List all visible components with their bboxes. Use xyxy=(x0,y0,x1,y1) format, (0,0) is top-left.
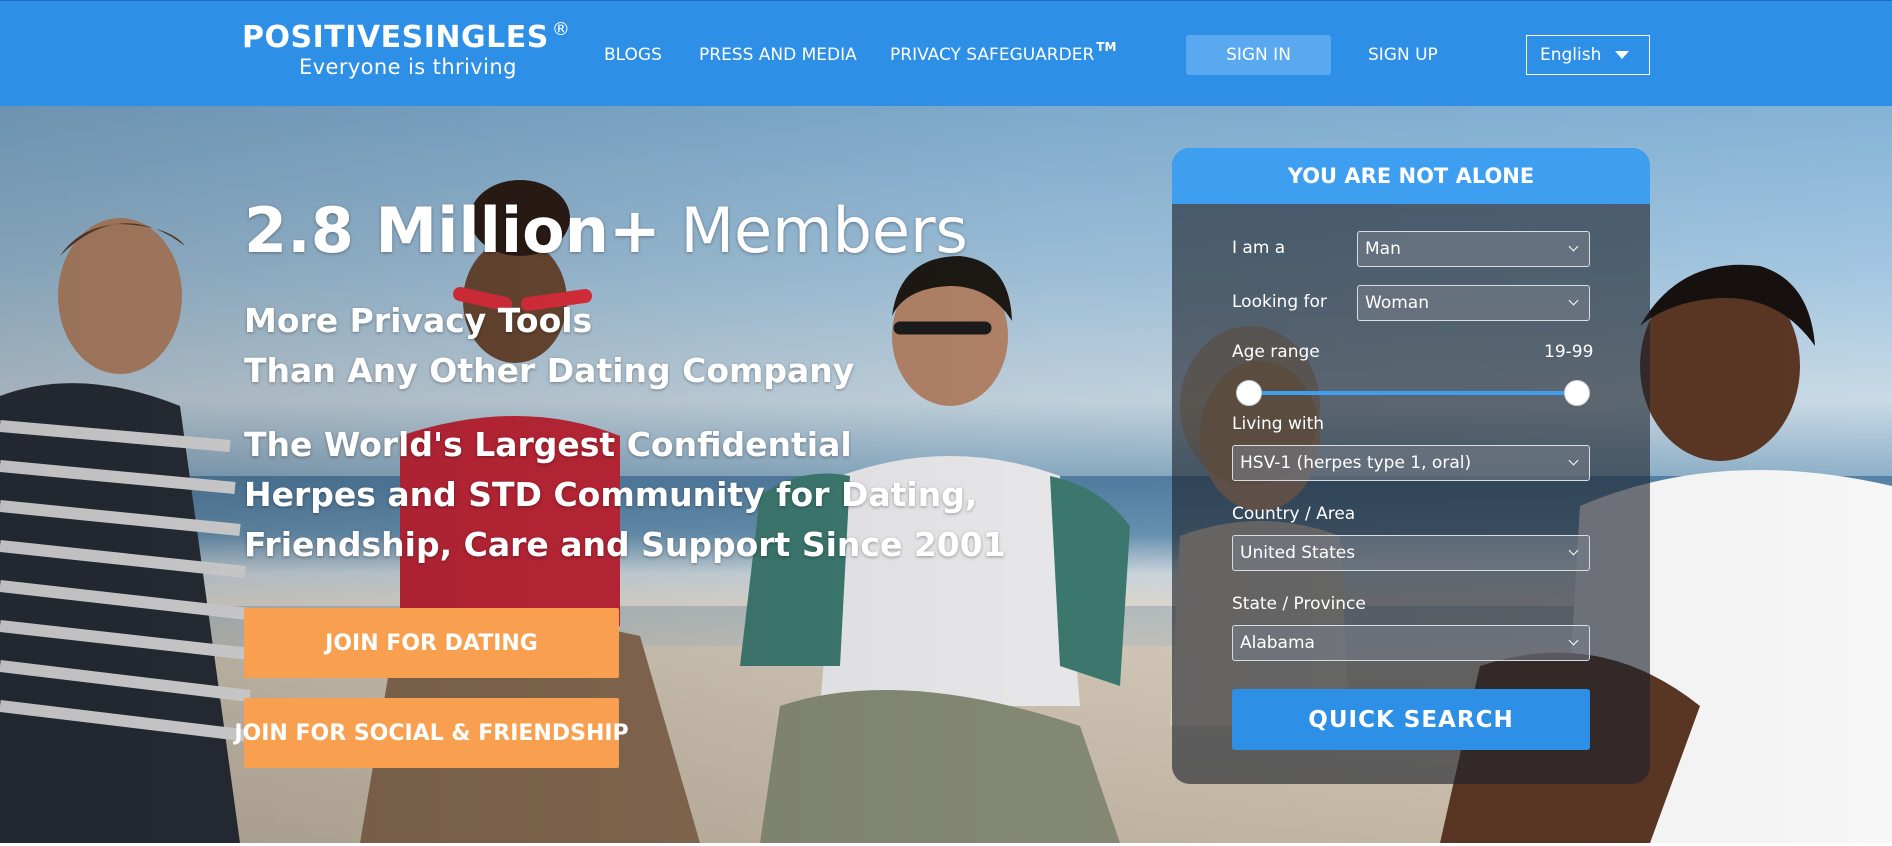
looking-for-value: Woman xyxy=(1365,293,1429,313)
living-with-label: Living with xyxy=(1232,414,1325,434)
sign-in-button[interactable]: SIGN IN xyxy=(1186,35,1331,75)
country-value: United States xyxy=(1240,543,1356,563)
panel-heading: YOU ARE NOT ALONE xyxy=(1172,148,1650,204)
privacy-tagline-line-2: Than Any Other Dating Company xyxy=(244,351,855,390)
living-with-select[interactable]: HSV-1 (herpes type 1, oral) xyxy=(1232,445,1590,481)
hero-banner: 2.8 Million+ Members More Privacy Tools … xyxy=(0,106,1892,843)
state-value: Alabama xyxy=(1240,633,1315,653)
site-logo[interactable]: POSITIVESINGLES ® Everyone is thriving xyxy=(242,21,570,80)
logo-name-text: POSITIVESINGLES xyxy=(242,20,549,55)
i-am-label: I am a xyxy=(1232,238,1286,258)
living-with-value: HSV-1 (herpes type 1, oral) xyxy=(1240,453,1472,473)
join-social-friendship-button[interactable]: JOIN FOR SOCIAL & FRIENDSHIP xyxy=(234,698,629,768)
i-am-select[interactable]: Man xyxy=(1357,231,1590,267)
looking-for-label: Looking for xyxy=(1232,292,1327,312)
trademark-mark: TM xyxy=(1096,40,1117,54)
member-count: 2.8 Million+ xyxy=(244,194,661,267)
nav-blogs-link[interactable]: BLOGS xyxy=(604,45,662,65)
language-value: English xyxy=(1540,45,1602,65)
caret-down-icon xyxy=(1615,51,1629,59)
age-range-slider[interactable] xyxy=(1242,391,1578,395)
age-min-handle[interactable] xyxy=(1236,380,1263,406)
quick-search-button[interactable]: QUICK SEARCH xyxy=(1232,689,1590,750)
age-max-handle[interactable] xyxy=(1564,380,1590,406)
sign-up-link[interactable]: SIGN UP xyxy=(1368,45,1438,65)
chevron-down-icon xyxy=(1568,545,1579,556)
language-select[interactable]: English xyxy=(1526,35,1650,75)
chevron-down-icon xyxy=(1568,241,1579,252)
privacy-tagline-line-1: More Privacy Tools xyxy=(244,301,593,340)
community-description-line-3: Friendship, Care and Support Since 2001 xyxy=(244,525,1006,564)
nav-privacy-safeguarder-link[interactable]: PRIVACY SAFEGUARDER TM xyxy=(890,40,1116,65)
chevron-down-icon xyxy=(1568,635,1579,646)
chevron-down-icon xyxy=(1568,295,1579,306)
top-navigation-bar: POSITIVESINGLES ® Everyone is thriving BL… xyxy=(0,0,1892,106)
nav-press-link[interactable]: PRESS AND MEDIA xyxy=(699,45,857,65)
registered-mark: ® xyxy=(551,19,571,40)
logo-tagline: Everyone is thriving xyxy=(299,55,517,79)
looking-for-select[interactable]: Woman xyxy=(1357,285,1590,321)
age-range-label: Age range xyxy=(1232,342,1320,362)
community-description-line-2: Herpes and STD Community for Dating, xyxy=(244,475,978,514)
community-description-line-1: The World's Largest Confidential xyxy=(244,425,852,464)
country-label: Country / Area xyxy=(1232,504,1356,524)
chevron-down-icon xyxy=(1568,455,1579,466)
age-range-value: 19-99 xyxy=(1544,342,1594,362)
quick-search-panel: YOU ARE NOT ALONE I am a Man Looking for… xyxy=(1172,148,1650,784)
state-select[interactable]: Alabama xyxy=(1232,625,1590,661)
member-count-heading: 2.8 Million+ Members xyxy=(244,194,968,268)
member-count-suffix: Members xyxy=(680,194,968,267)
nav-privacy-label: PRIVACY SAFEGUARDER xyxy=(890,45,1095,65)
country-select[interactable]: United States xyxy=(1232,535,1590,571)
state-label: State / Province xyxy=(1232,594,1366,614)
i-am-value: Man xyxy=(1365,239,1401,259)
logo-wordmark: POSITIVESINGLES ® xyxy=(242,21,570,55)
join-dating-button[interactable]: JOIN FOR DATING xyxy=(244,608,619,678)
